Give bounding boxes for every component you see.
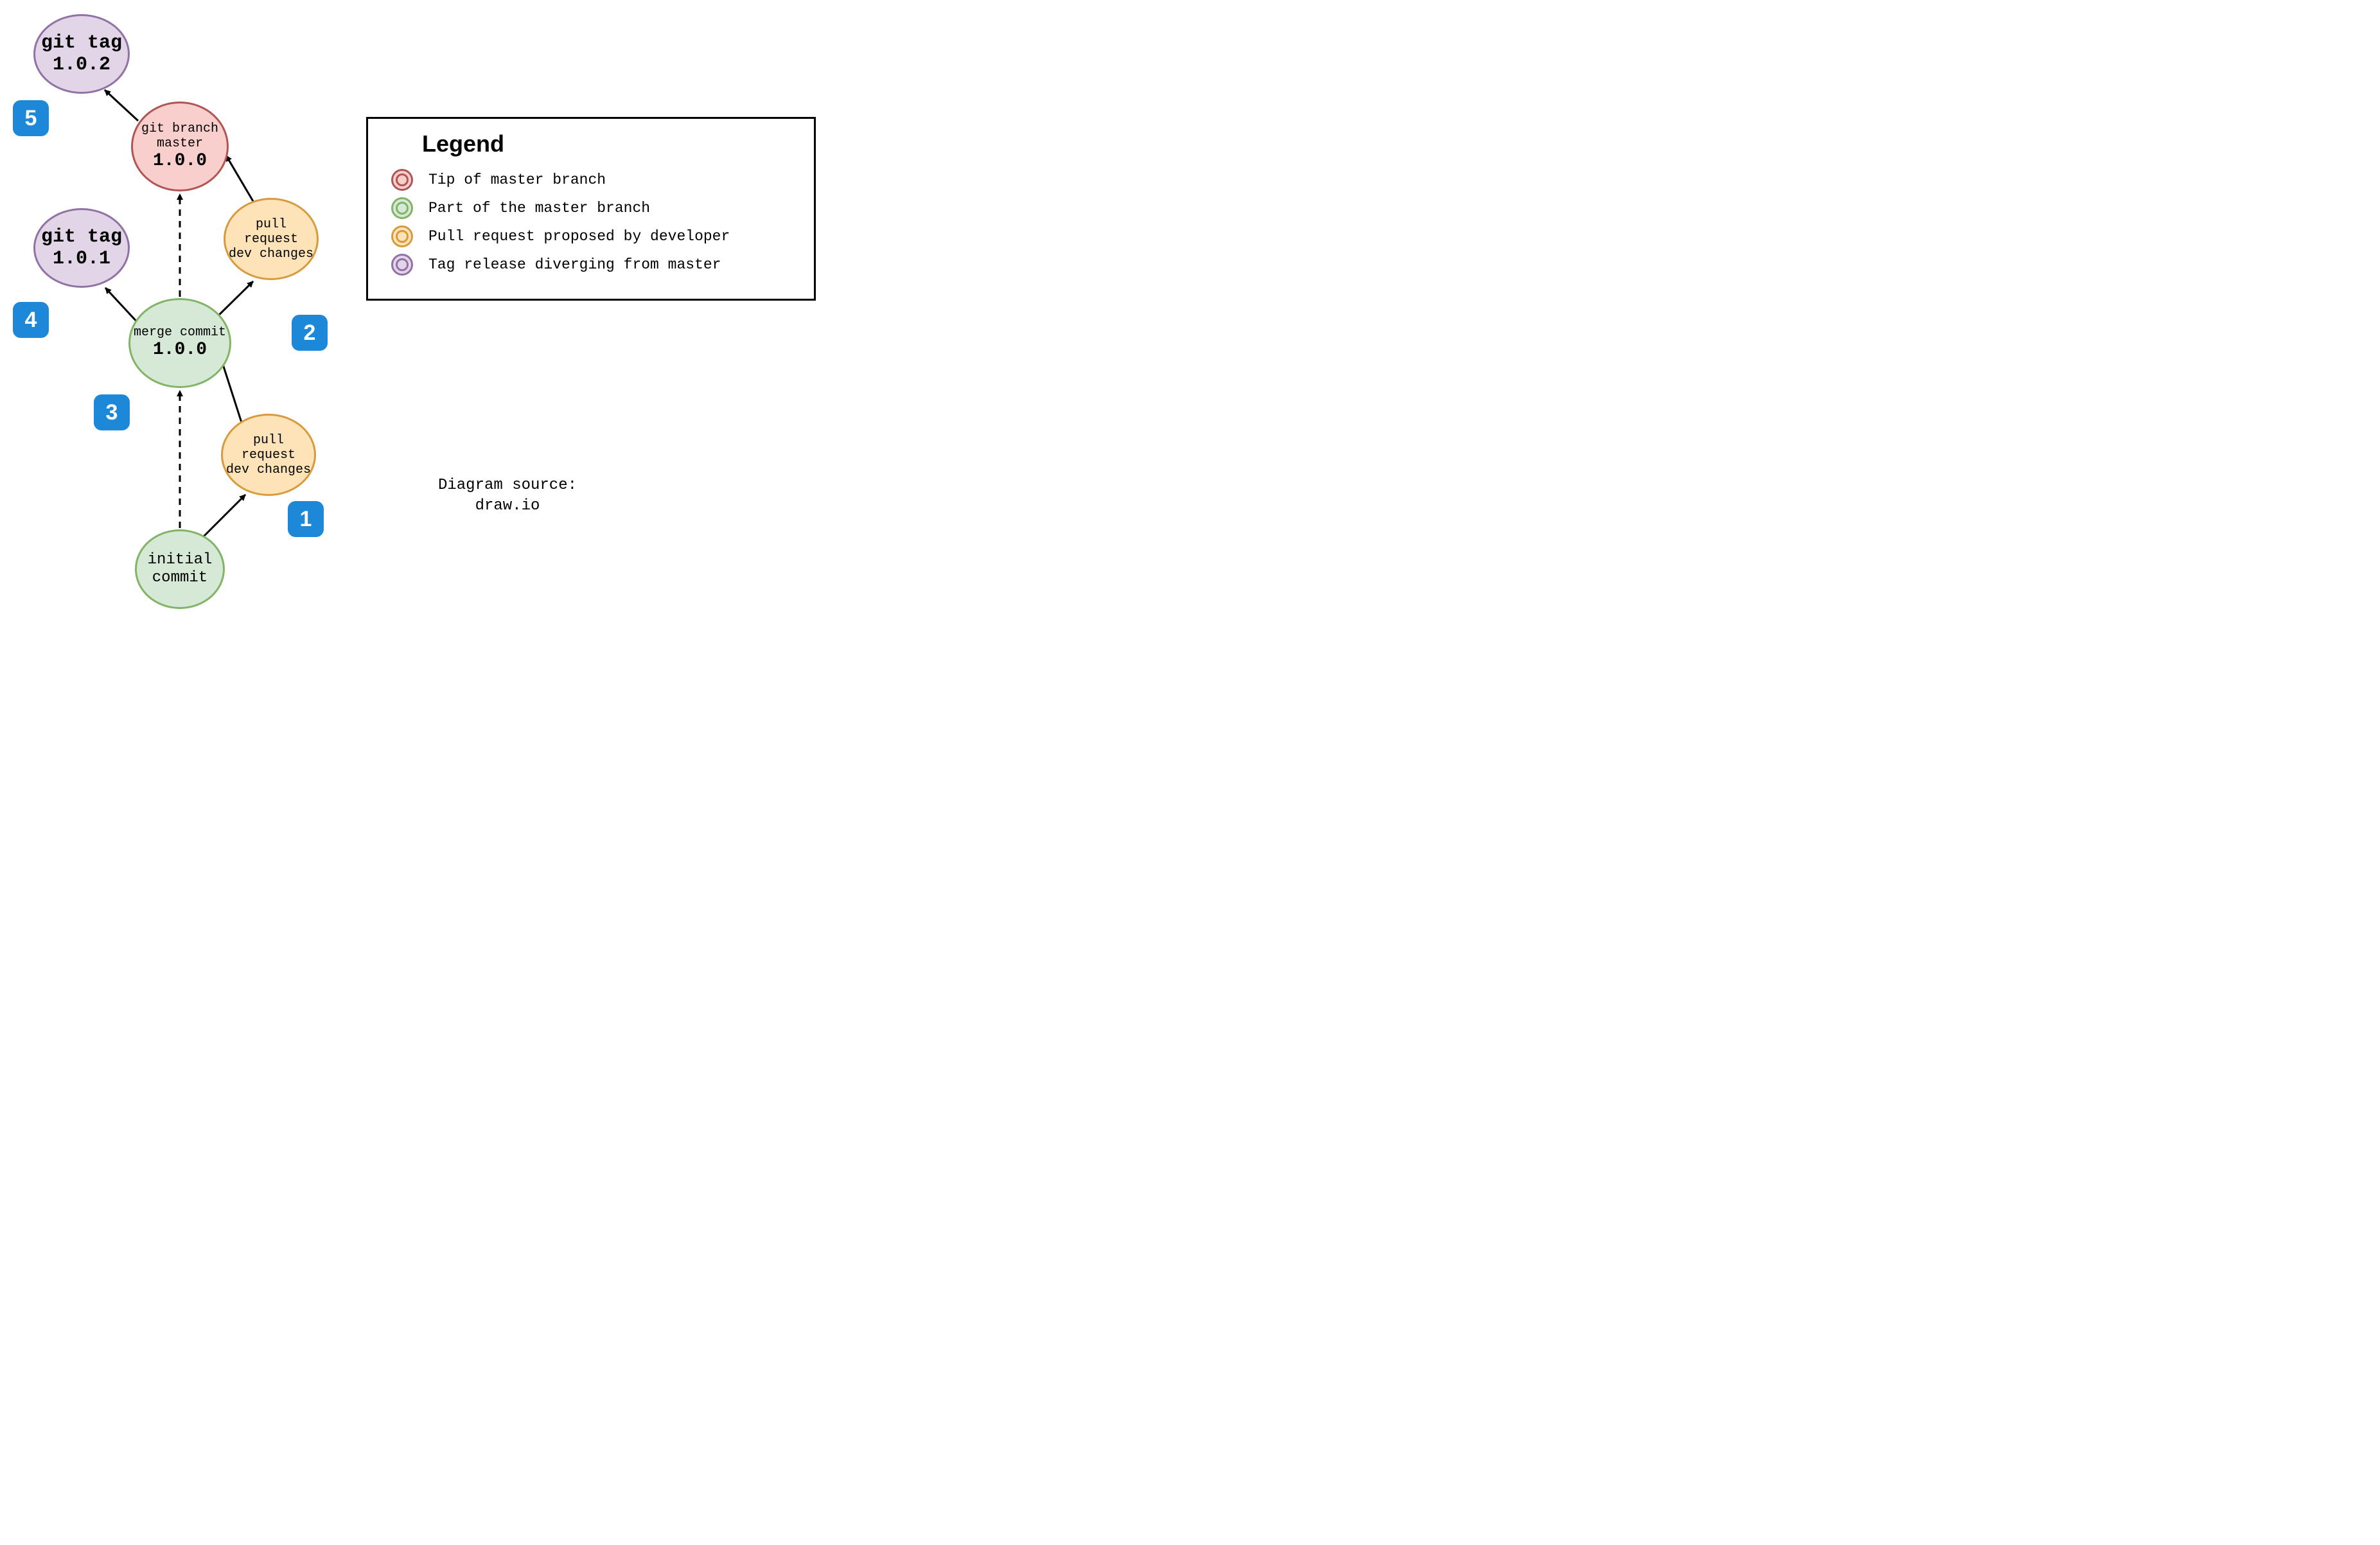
- node-pr-bottom-line1: pull request: [223, 433, 314, 463]
- legend-row-purple: Tag release diverging from master: [391, 254, 791, 276]
- step-badge-1: 1: [288, 501, 324, 537]
- node-merge-version: 1.0.0: [153, 340, 207, 360]
- step-badge-3: 3: [94, 394, 130, 430]
- legend-text-purple: Tag release diverging from master: [428, 256, 721, 273]
- node-initial-line1: initial: [148, 551, 213, 569]
- git-flow-diagram: git tag 1.0.2 git branch master 1.0.0 pu…: [0, 0, 951, 618]
- edge-merge-to-pr2: [216, 281, 253, 318]
- edge-pr2-to-master: [226, 155, 256, 206]
- legend-text-red: Tip of master branch: [428, 172, 606, 188]
- source-note: Diagram source: draw.io: [411, 475, 604, 517]
- node-tag-101-version: 1.0.1: [53, 248, 110, 270]
- legend-text-green: Part of the master branch: [428, 200, 650, 216]
- edge-initial-to-pr1: [202, 495, 245, 538]
- node-master-version: 1.0.0: [153, 151, 207, 172]
- legend-text-orange: Pull request proposed by developer: [428, 228, 730, 245]
- node-pr-top: pull request dev changes: [224, 198, 319, 280]
- node-merge-line1: merge commit: [134, 325, 226, 340]
- node-tag-102: git tag 1.0.2: [33, 14, 130, 94]
- step-badge-2: 2: [292, 315, 328, 351]
- legend-swatch-purple: [391, 254, 413, 276]
- node-pr-top-line2: dev changes: [229, 247, 313, 261]
- node-pr-bottom-line2: dev changes: [226, 463, 311, 477]
- node-tag-102-line1: git tag: [41, 32, 122, 55]
- node-pr-bottom: pull request dev changes: [221, 414, 316, 496]
- legend-title: Legend: [422, 130, 791, 157]
- node-tag-102-version: 1.0.2: [53, 54, 110, 76]
- legend-swatch-orange: [391, 225, 413, 247]
- legend-row-red: Tip of master branch: [391, 169, 791, 191]
- node-merge: merge commit 1.0.0: [128, 298, 231, 388]
- node-tag-101-line1: git tag: [41, 226, 122, 249]
- legend-row-orange: Pull request proposed by developer: [391, 225, 791, 247]
- legend-row-green: Part of the master branch: [391, 197, 791, 219]
- edge-master-to-tag102: [105, 90, 138, 121]
- legend-box: Legend Tip of master branch Part of the …: [366, 117, 816, 301]
- step-badge-4: 4: [13, 302, 49, 338]
- edges-layer: [0, 0, 951, 618]
- node-pr-top-line1: pull request: [225, 217, 317, 247]
- step-badge-5: 5: [13, 100, 49, 136]
- node-tag-101: git tag 1.0.1: [33, 208, 130, 288]
- node-initial: initial commit: [135, 529, 225, 609]
- node-master: git branch master 1.0.0: [131, 102, 229, 191]
- edge-merge-to-tag101: [105, 288, 139, 324]
- edge-pr1-to-merge: [221, 358, 244, 430]
- legend-swatch-red: [391, 169, 413, 191]
- node-master-line1: git branch: [141, 121, 218, 136]
- source-note-line2: draw.io: [411, 496, 604, 516]
- source-note-line1: Diagram source:: [411, 475, 604, 496]
- node-initial-line2: commit: [152, 569, 207, 587]
- node-master-line2: master: [157, 136, 203, 151]
- legend-swatch-green: [391, 197, 413, 219]
